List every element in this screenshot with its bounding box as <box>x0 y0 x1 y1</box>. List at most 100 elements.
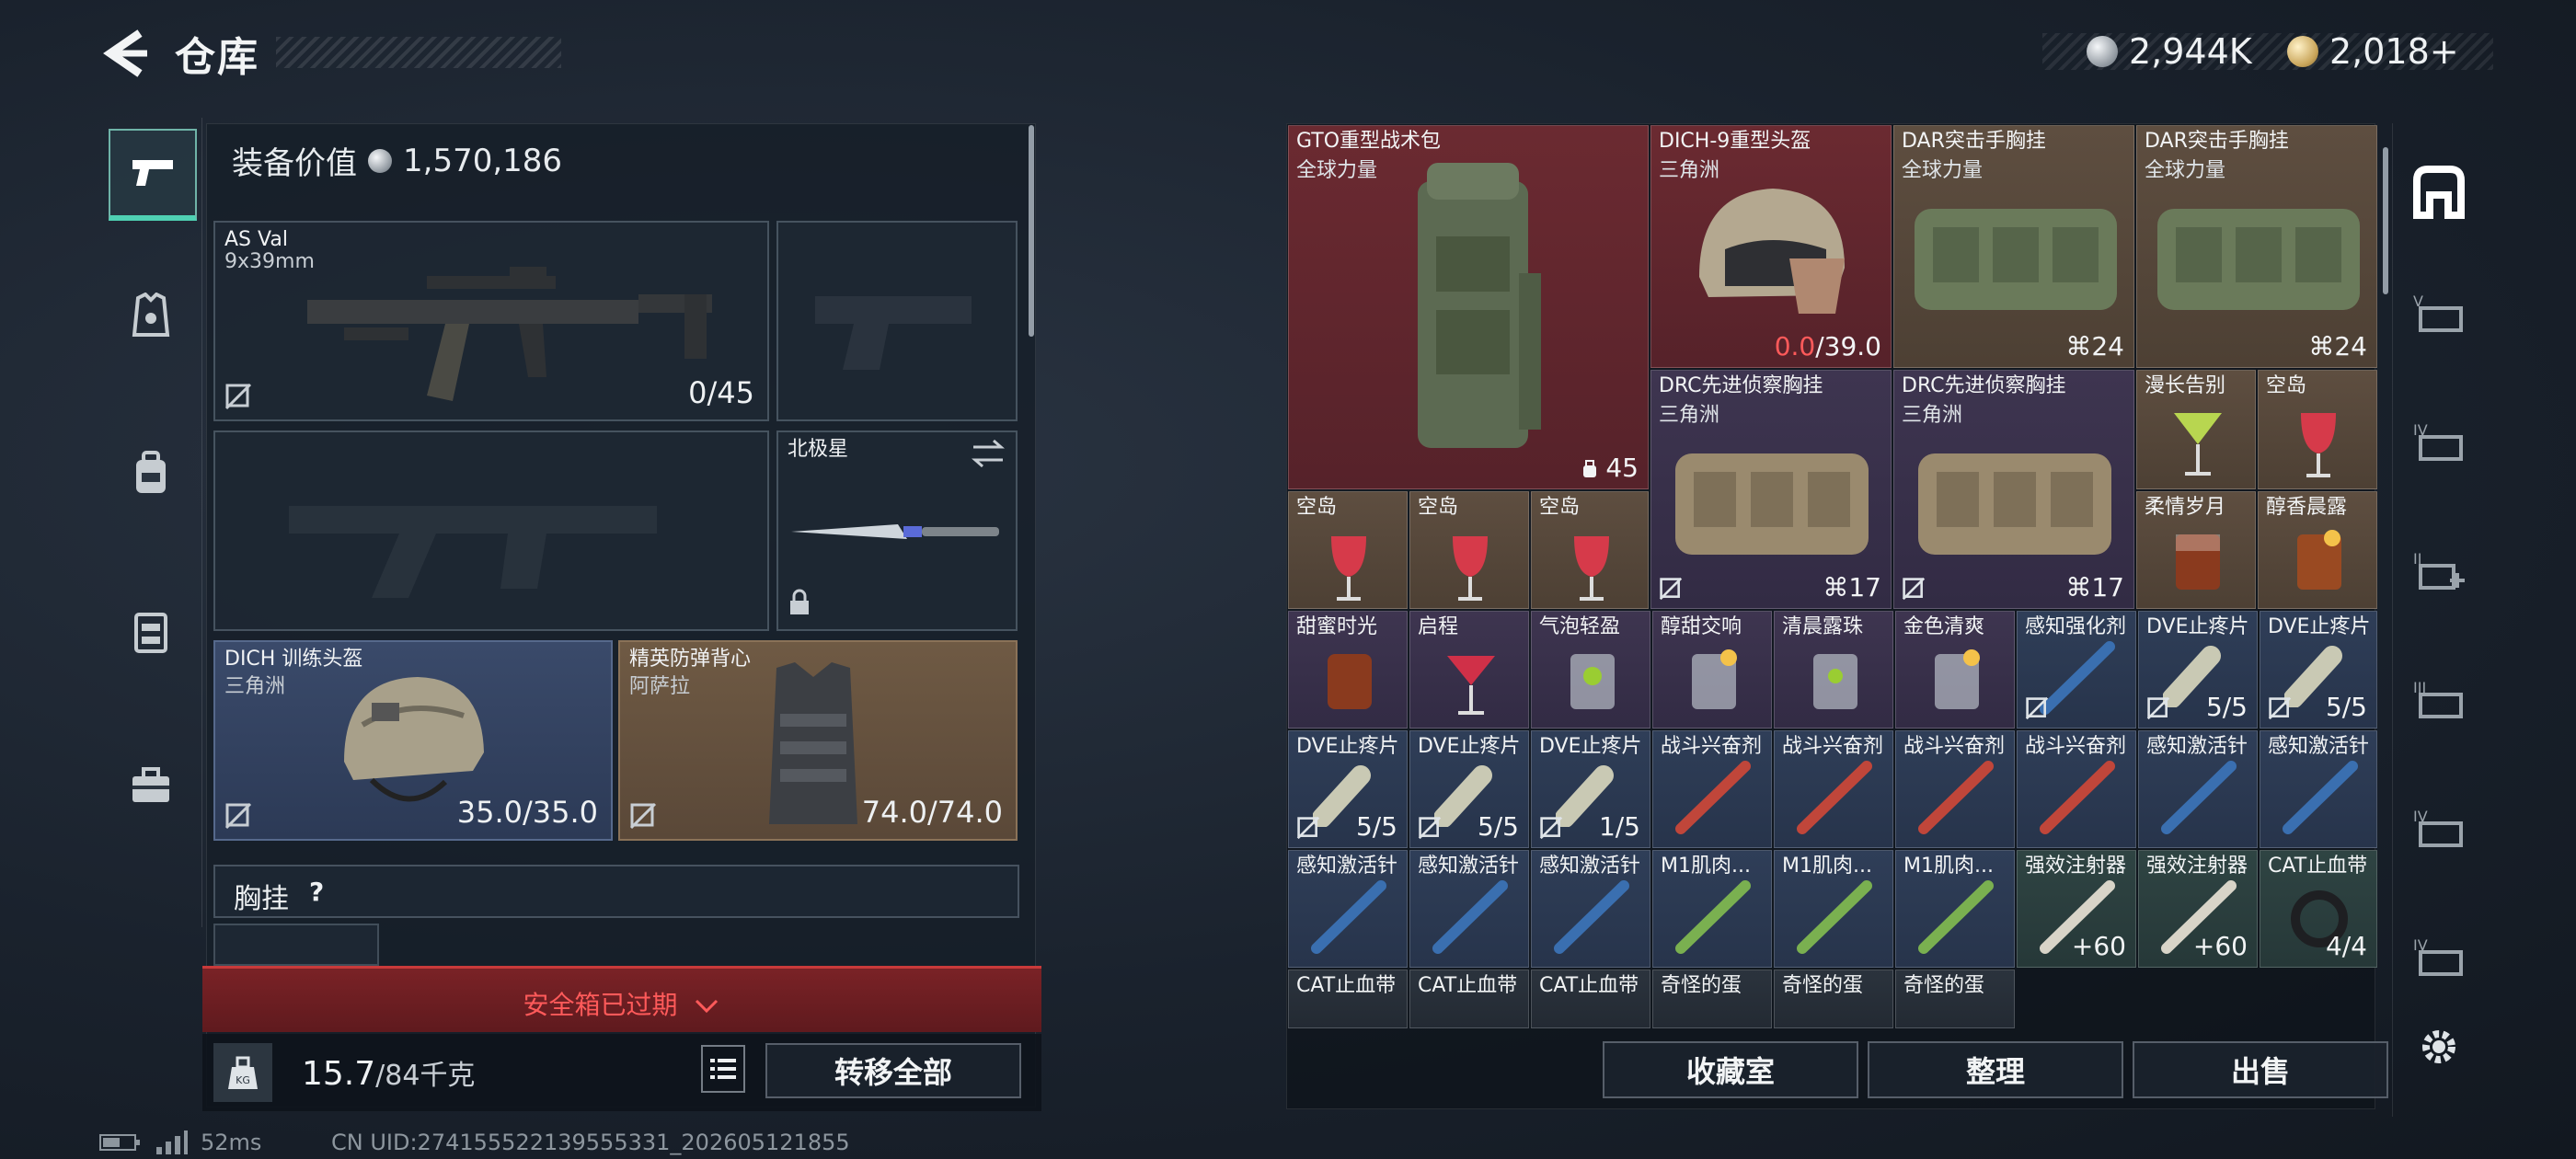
nav-chest-rig[interactable] <box>109 589 193 673</box>
inventory-item[interactable]: 柔情岁月 <box>2136 491 2256 609</box>
inventory-item[interactable]: M1肌肉... <box>1652 850 1772 968</box>
armor-vest-icon <box>769 662 857 824</box>
equipment-scrollbar[interactable] <box>1029 125 1034 337</box>
inventory-item[interactable]: 醇香晨露 <box>2258 491 2377 609</box>
inventory-item[interactable]: DRC先进侦察胸挂 三角洲 ⌘17 <box>1650 370 1892 609</box>
collection-room-button[interactable]: 收藏室 <box>1603 1041 1858 1098</box>
weight-icon: KG <box>213 1043 272 1102</box>
storage-tab-4-icon[interactable]: IV <box>2398 399 2479 480</box>
inventory-item[interactable]: DAR突击手胸挂 全球力量 ⌘24 <box>2136 125 2377 368</box>
capacity-icon <box>1583 460 1597 477</box>
list-icon <box>710 1059 736 1079</box>
nav-armor[interactable] <box>109 274 193 359</box>
swap-icon[interactable] <box>970 438 1006 469</box>
unbound-icon <box>2268 696 2292 720</box>
storage-all-icon[interactable] <box>2398 151 2479 232</box>
inventory-item[interactable]: CAT止血带 <box>1409 970 1529 1028</box>
inventory-item[interactable]: 气泡轻盈 <box>1531 611 1650 729</box>
inventory-item[interactable]: DICH-9重型头盔 三角洲 0.0/39.0 <box>1650 125 1892 368</box>
injector-icon <box>1432 880 1508 954</box>
gold-currency[interactable]: 2,018+ <box>2287 28 2459 75</box>
sort-button[interactable]: 整理 <box>1868 1041 2123 1098</box>
inventory-item[interactable]: DVE止疼片 5/5 <box>1288 730 1408 848</box>
pistol-slot[interactable] <box>776 221 1018 421</box>
knife-icon <box>791 524 999 539</box>
inventory-item[interactable]: 感知激活针 <box>2260 730 2377 848</box>
inventory-item[interactable]: DRC先进侦察胸挂 三角洲 ⌘17 <box>1893 370 2134 609</box>
inventory-item[interactable]: DVE止疼片 1/5 <box>1531 730 1650 848</box>
inventory-item[interactable]: M1肌肉... <box>1895 850 2015 968</box>
inventory-item[interactable]: DVE止疼片 5/5 <box>2138 611 2258 729</box>
safe-box-expired-bar[interactable]: 安全箱已过期 <box>202 966 1041 1032</box>
nav-toolbox[interactable] <box>109 743 193 828</box>
status-bar: 52ms <box>99 1130 261 1155</box>
inventory-item[interactable]: 感知激活针 <box>1531 850 1650 968</box>
inventory-item[interactable]: 战斗兴奋剂 <box>1895 730 2015 848</box>
inventory-item[interactable]: 空岛 <box>2258 370 2377 489</box>
nav-weapons[interactable] <box>109 129 197 221</box>
inventory-item[interactable]: CAT止血带 <box>1531 970 1650 1028</box>
helmet-slot[interactable]: DICH 训练头盔 三角洲 35.0/35.0 <box>213 640 613 841</box>
carry-weight-current: 15.7 <box>302 1055 376 1093</box>
inventory-item[interactable]: 漫长告别 <box>2136 370 2256 489</box>
inventory-item[interactable]: 清晨露珠 <box>1774 611 1893 729</box>
inventory-item[interactable]: 空岛 <box>1531 491 1649 609</box>
unbound-icon <box>1659 577 1683 601</box>
inventory-item[interactable]: 启程 <box>1409 611 1529 729</box>
nav-backpack[interactable] <box>109 430 193 515</box>
inventory-item[interactable]: DVE止疼片 5/5 <box>1409 730 1529 848</box>
inventory-scrollbar[interactable] <box>2383 147 2388 294</box>
storage-tab-5-icon[interactable]: V <box>2398 270 2479 351</box>
chest-rig-slot[interactable] <box>213 924 379 966</box>
storage-tab-2-icon[interactable]: II <box>2398 528 2479 609</box>
inventory-item[interactable]: 奇怪的蛋 <box>1895 970 2015 1028</box>
inventory-item[interactable]: GTO重型战术包 全球力量 45 <box>1288 125 1649 489</box>
chest-rig-section[interactable] <box>213 865 1019 918</box>
storage-tab-4b-icon[interactable]: IV <box>2398 786 2479 866</box>
sell-button[interactable]: 出售 <box>2133 1041 2388 1098</box>
cocktail-icon <box>1574 536 1609 601</box>
inventory-item[interactable]: 战斗兴奋剂 <box>2017 730 2136 848</box>
inventory-item[interactable]: DAR突击手胸挂 全球力量 ⌘24 <box>1893 125 2134 368</box>
inventory-item[interactable]: 感知强化剂 <box>2017 611 2136 729</box>
inventory-item[interactable]: 奇怪的蛋 <box>1652 970 1772 1028</box>
inventory-item[interactable]: CAT止血带 4/4 <box>2260 850 2377 968</box>
back-button[interactable] <box>99 26 151 81</box>
inventory-item[interactable]: 强效注射器 +60 <box>2017 850 2136 968</box>
armor-slot[interactable]: 精英防弹背心 阿萨拉 74.0/74.0 <box>618 640 1018 841</box>
inventory-item[interactable]: 金色清爽 <box>1895 611 2015 729</box>
inventory-item[interactable]: 战斗兴奋剂 <box>1774 730 1893 848</box>
carry-weight: 15.7/84千克 <box>302 1052 475 1093</box>
inventory-item[interactable]: 空岛 <box>1288 491 1408 609</box>
help-icon[interactable]: ? <box>309 877 324 907</box>
list-view-button[interactable] <box>701 1045 745 1093</box>
injector-icon <box>2283 761 2358 834</box>
cocktail-icon <box>2301 413 2336 477</box>
inventory-item[interactable]: 感知激活针 <box>1288 850 1408 968</box>
inventory-item[interactable]: 甜蜜时光 <box>1288 611 1408 729</box>
storage-tab-3-icon[interactable]: III <box>2398 657 2479 738</box>
inventory-item[interactable]: CAT止血带 <box>1288 970 1408 1028</box>
melee-slot[interactable]: 北极星 <box>776 430 1018 631</box>
inventory-item[interactable]: DVE止疼片 5/5 <box>2260 611 2377 729</box>
transfer-all-button[interactable]: 转移全部 <box>765 1043 1021 1098</box>
inventory-item[interactable]: 强效注射器 +60 <box>2138 850 2258 968</box>
inventory-item[interactable]: 奇怪的蛋 <box>1774 970 1893 1028</box>
drink-glass-icon <box>1570 654 1615 709</box>
silver-currency[interactable]: 2,944K <box>2087 28 2252 75</box>
chest-rig-label: 胸挂 <box>234 883 289 915</box>
inventory-item[interactable]: 醇甜交响 <box>1652 611 1772 729</box>
item-quantity: 5/5 <box>2325 692 2367 722</box>
secondary-weapon-slot[interactable] <box>213 430 769 631</box>
storage-tab-4c-icon[interactable]: IV <box>2398 914 2479 995</box>
inventory-item[interactable]: 感知激活针 <box>2138 730 2258 848</box>
inventory-item[interactable]: 战斗兴奋剂 <box>1652 730 1772 848</box>
primary-weapon-slot[interactable]: AS Val 9x39mm 0/45 <box>213 221 769 421</box>
inventory-item[interactable]: 空岛 <box>1409 491 1529 609</box>
item-quantity: ⌘24 <box>2308 331 2367 361</box>
settings-gear-icon[interactable] <box>2398 1006 2479 1087</box>
title-decoration <box>276 37 561 68</box>
inventory-item[interactable]: 感知激活针 <box>1409 850 1529 968</box>
helmet-icon <box>1699 189 1845 314</box>
inventory-item[interactable]: M1肌肉... <box>1774 850 1893 968</box>
